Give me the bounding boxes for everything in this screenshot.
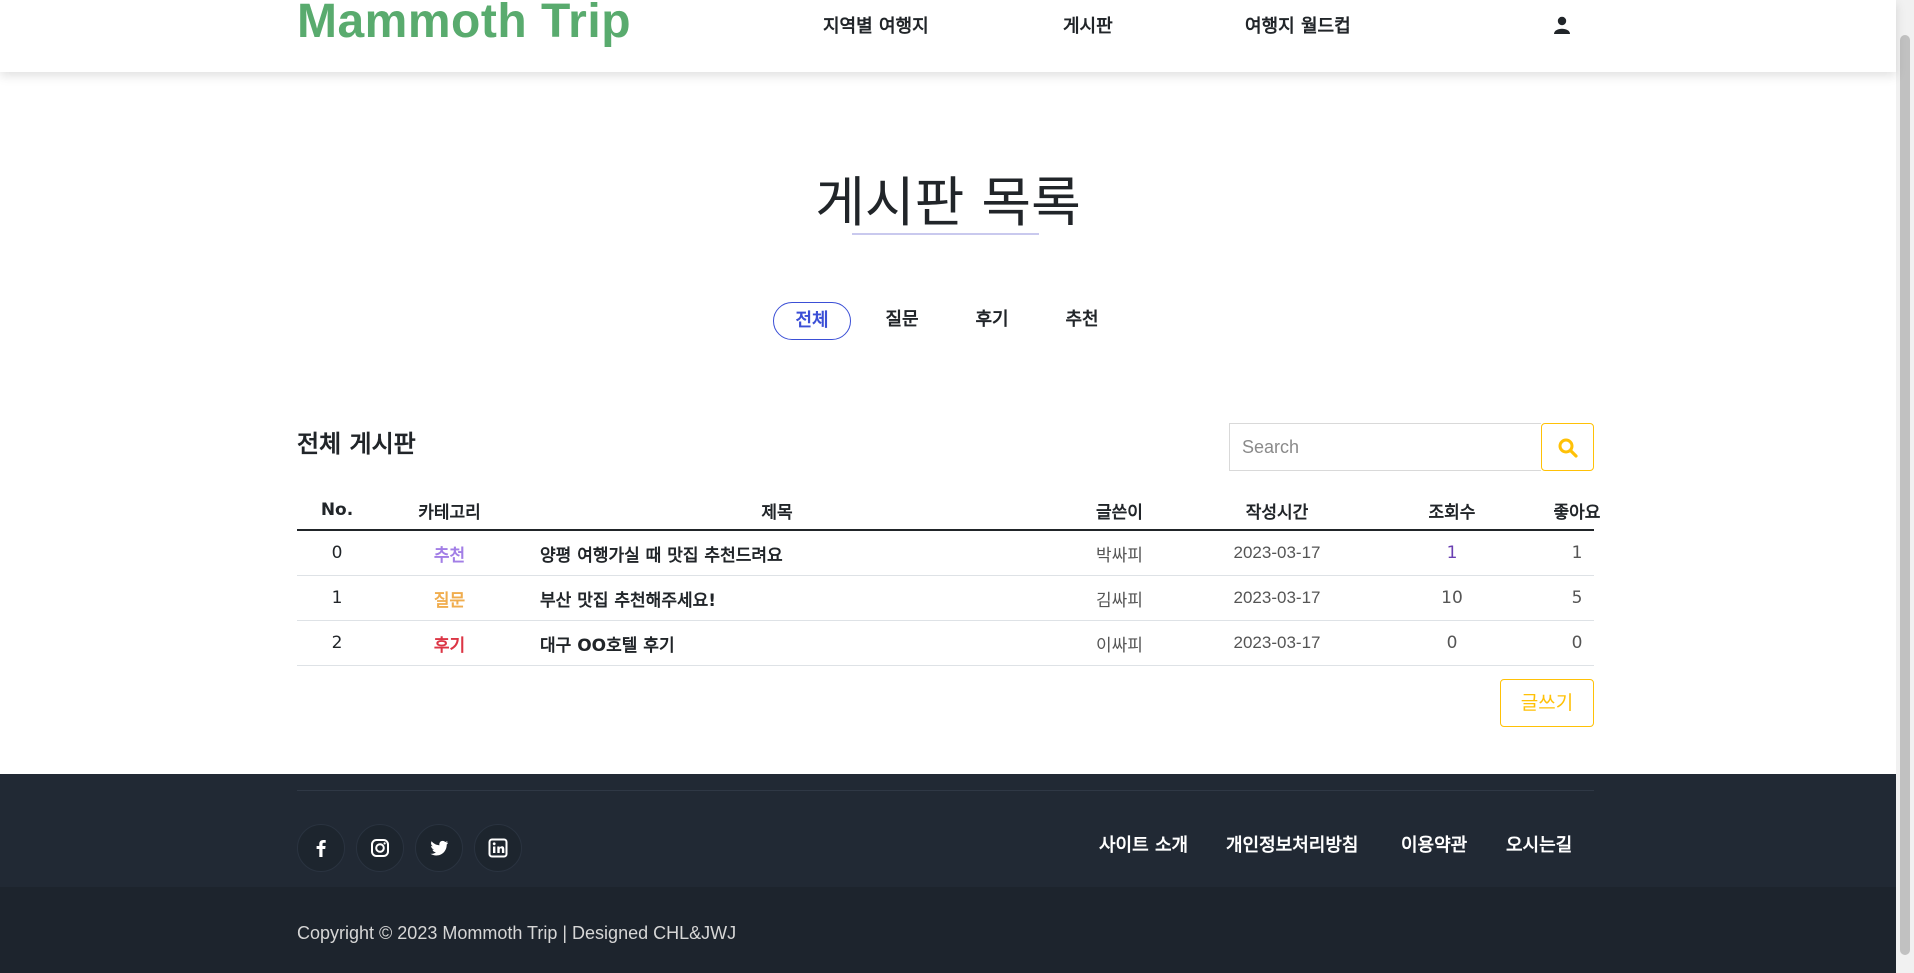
title-underline bbox=[852, 233, 1039, 235]
facebook-link[interactable] bbox=[297, 824, 345, 872]
linkedin-icon bbox=[488, 838, 508, 858]
table-row[interactable]: 1 질문 부산 맛집 추천해주세요! 김싸피 2023-03-17 10 5 bbox=[297, 576, 1594, 621]
column-date: 작성시간 bbox=[1245, 502, 1309, 523]
row-category: 질문 bbox=[433, 590, 466, 611]
row-date: 2023-03-17 bbox=[1233, 543, 1321, 562]
nav-board[interactable]: 게시판 bbox=[1063, 12, 1113, 38]
row-views: 1 bbox=[1446, 543, 1458, 563]
table-header: No. 카테고리 제목 글쓴이 작성시간 조회수 좋아요 bbox=[297, 491, 1600, 531]
footer-divider bbox=[297, 790, 1594, 791]
row-author: 박싸피 bbox=[1096, 545, 1143, 566]
row-likes: 5 bbox=[1571, 588, 1583, 608]
footer-bottom: Copyright © 2023 Mommoth Trip | Designed… bbox=[0, 887, 1896, 973]
footer-link-terms[interactable]: 이용약관 bbox=[1401, 831, 1467, 857]
user-icon[interactable] bbox=[1553, 16, 1571, 34]
instagram-icon bbox=[371, 839, 389, 857]
tab-all[interactable]: 전체 bbox=[773, 302, 851, 340]
nav-regional-destinations[interactable]: 지역별 여행지 bbox=[823, 12, 929, 38]
column-title: 제목 bbox=[761, 502, 793, 523]
scrollbar[interactable] bbox=[1896, 0, 1914, 973]
tab-question[interactable]: 질문 bbox=[880, 302, 924, 340]
row-views: 10 bbox=[1441, 588, 1463, 608]
linkedin-link[interactable] bbox=[474, 824, 522, 872]
column-author: 글쓴이 bbox=[1096, 502, 1143, 523]
header: Mammoth Trip 지역별 여행지 게시판 여행지 월드컵 bbox=[0, 0, 1896, 72]
search-input[interactable] bbox=[1229, 423, 1541, 471]
page-title: 게시판 목록 bbox=[815, 171, 1081, 234]
search-button[interactable] bbox=[1541, 423, 1594, 471]
row-likes: 0 bbox=[1571, 633, 1583, 653]
table-row[interactable]: 2 후기 대구 OO호텔 후기 이싸피 2023-03-17 0 0 bbox=[297, 621, 1594, 666]
tab-review[interactable]: 후기 bbox=[970, 302, 1014, 340]
twitter-link[interactable] bbox=[415, 824, 463, 872]
row-title[interactable]: 대구 OO호텔 후기 bbox=[540, 621, 1140, 665]
row-date: 2023-03-17 bbox=[1233, 588, 1321, 607]
footer: 사이트 소개 개인정보처리방침 이용약관 오시는길 Copyright © 20… bbox=[0, 774, 1896, 973]
row-author: 이싸피 bbox=[1096, 635, 1143, 656]
footer-link-about[interactable]: 사이트 소개 bbox=[1099, 831, 1188, 857]
instagram-link[interactable] bbox=[356, 824, 404, 872]
row-views: 0 bbox=[1446, 633, 1458, 653]
copyright: Copyright © 2023 Mommoth Trip | Designed… bbox=[297, 923, 737, 943]
tab-recommend[interactable]: 추천 bbox=[1060, 302, 1104, 340]
row-likes: 1 bbox=[1571, 543, 1583, 563]
row-no: 2 bbox=[331, 633, 343, 653]
row-no: 1 bbox=[331, 588, 343, 608]
nav-destination-worldcup[interactable]: 여행지 월드컵 bbox=[1245, 12, 1351, 38]
row-no: 0 bbox=[331, 543, 343, 563]
board-heading: 전체 게시판 bbox=[297, 430, 416, 458]
scrollbar-thumb[interactable] bbox=[1900, 35, 1910, 955]
facebook-icon bbox=[316, 840, 326, 857]
column-likes: 좋아요 bbox=[1553, 502, 1601, 523]
table-row[interactable]: 0 추천 양평 여행가실 때 맛집 추천드려요 박싸피 2023-03-17 1… bbox=[297, 531, 1594, 576]
column-category: 카테고리 bbox=[418, 502, 481, 523]
column-no: No. bbox=[320, 500, 354, 520]
footer-link-directions[interactable]: 오시는길 bbox=[1506, 831, 1572, 857]
row-title[interactable]: 부산 맛집 추천해주세요! bbox=[540, 576, 1140, 620]
write-button[interactable]: 글쓰기 bbox=[1500, 679, 1594, 727]
column-views: 조회수 bbox=[1428, 502, 1476, 523]
logo[interactable]: Mammoth Trip bbox=[297, 0, 631, 49]
search-icon bbox=[1558, 438, 1578, 458]
row-category: 추천 bbox=[433, 545, 466, 566]
footer-link-privacy[interactable]: 개인정보처리방침 bbox=[1226, 831, 1358, 857]
row-author: 김싸피 bbox=[1096, 590, 1143, 611]
twitter-icon bbox=[430, 840, 448, 856]
row-date: 2023-03-17 bbox=[1233, 633, 1321, 652]
row-category: 후기 bbox=[433, 635, 466, 656]
board-table: No. 카테고리 제목 글쓴이 작성시간 조회수 좋아요 0 추천 양평 여행가… bbox=[297, 491, 1600, 666]
row-title[interactable]: 양평 여행가실 때 맛집 추천드려요 bbox=[540, 531, 1140, 575]
